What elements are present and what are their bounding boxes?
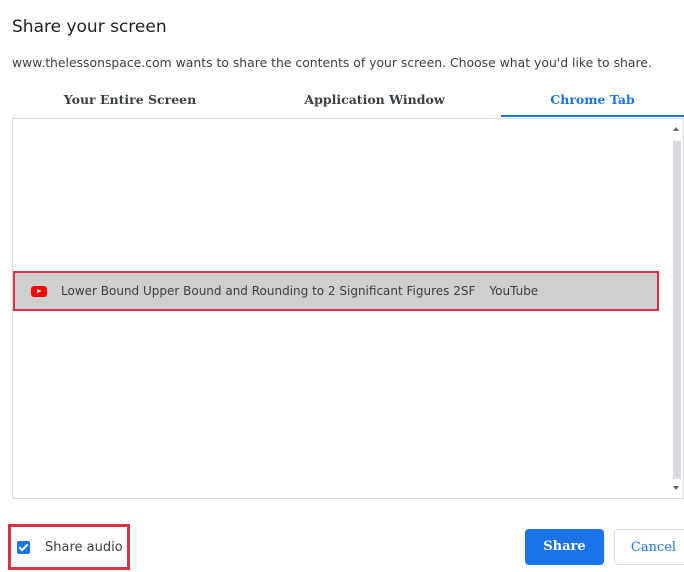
dialog-description: www.thelessonspace.com wants to share th… xyxy=(12,55,652,70)
scroll-down-icon[interactable] xyxy=(673,486,679,490)
share-audio-option: Share audio xyxy=(8,524,130,570)
list-item-title: Lower Bound Upper Bound and Rounding to … xyxy=(61,284,476,298)
share-audio-label[interactable]: Share audio xyxy=(45,540,123,555)
tab-your-entire-screen[interactable]: Your Entire Screen xyxy=(12,84,248,116)
tab-application-window[interactable]: Application Window xyxy=(248,84,501,116)
list-item-source: YouTube xyxy=(489,284,539,298)
share-screen-dialog: Share your screen www.thelessonspace.com… xyxy=(0,0,684,572)
share-audio-checkbox[interactable] xyxy=(17,540,30,554)
tab-chrome-tab[interactable]: Chrome Tab xyxy=(501,84,684,116)
share-button[interactable]: Share xyxy=(525,529,604,565)
tab-list: Lower Bound Upper Bound and Rounding to … xyxy=(12,118,684,499)
scroll-thumb[interactable] xyxy=(673,141,681,479)
youtube-icon xyxy=(31,285,47,297)
dialog-title: Share your screen xyxy=(12,17,167,37)
cancel-button[interactable]: Cancel xyxy=(614,529,684,565)
source-tabs: Your Entire Screen Application Window Ch… xyxy=(12,84,684,118)
scroll-up-icon[interactable] xyxy=(673,127,679,131)
scrollbar[interactable] xyxy=(671,119,683,498)
list-item[interactable]: Lower Bound Upper Bound and Rounding to … xyxy=(13,271,659,311)
active-tab-indicator xyxy=(501,115,684,117)
